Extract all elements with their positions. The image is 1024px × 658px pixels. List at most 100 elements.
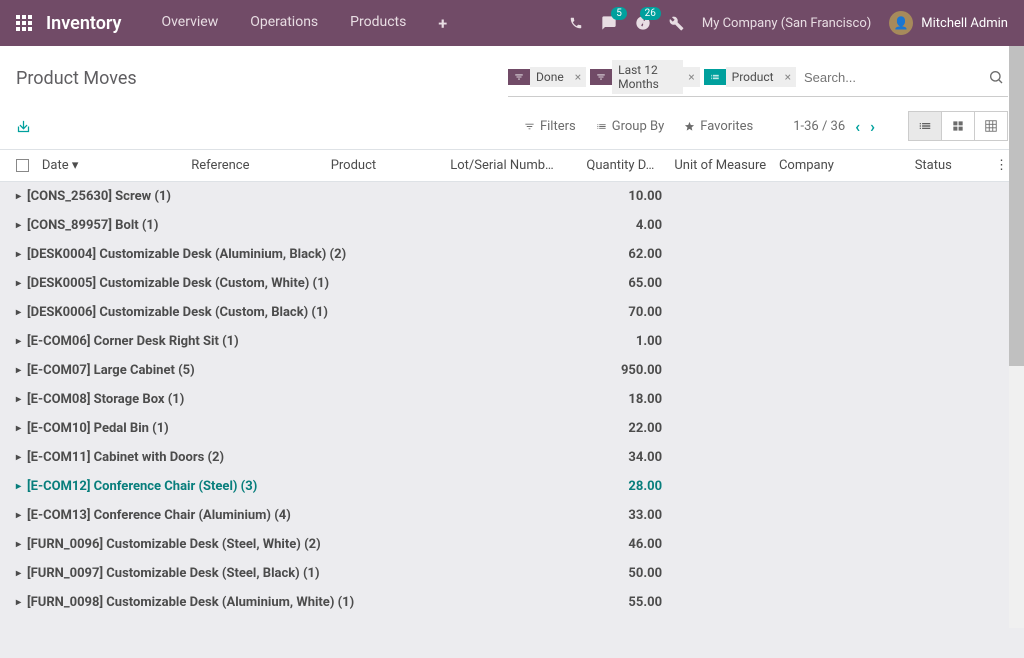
export-icon[interactable] (16, 119, 31, 134)
group-qty: 70.00 (437, 305, 662, 320)
pager-next[interactable]: › (870, 117, 875, 136)
pager-prev[interactable]: ‹ (855, 117, 860, 136)
nav-add[interactable]: + (426, 6, 459, 41)
messaging-badge: 5 (611, 7, 627, 20)
col-reference[interactable]: Reference (191, 158, 330, 173)
activity-icon[interactable]: 26 (635, 15, 651, 31)
col-product[interactable]: Product (331, 158, 451, 173)
nav-operations[interactable]: Operations (238, 6, 330, 41)
group-name: [E-COM06] Corner Desk Right Sit (1) (27, 334, 437, 349)
group-row[interactable]: ▸ [E-COM10] Pedal Bin (1) 22.00 (0, 414, 1024, 443)
col-lot[interactable]: Lot/Serial Numb… (450, 158, 565, 173)
user-name: Mitchell Admin (921, 16, 1008, 31)
pager-text[interactable]: 1-36 / 36 (793, 119, 845, 134)
facet-done: Done × (508, 67, 586, 87)
group-row[interactable]: ▸ [DESK0005] Customizable Desk (Custom, … (0, 269, 1024, 298)
scrollbar[interactable] (1009, 46, 1024, 628)
group-name: [E-COM12] Conference Chair (Steel) (3) (27, 479, 437, 494)
group-row[interactable]: ▸ [E-COM12] Conference Chair (Steel) (3)… (0, 472, 1024, 501)
company-selector[interactable]: My Company (San Francisco) (702, 16, 871, 31)
facet-last12: Last 12 Months × (590, 60, 700, 94)
group-name: [E-COM10] Pedal Bin (1) (27, 421, 437, 436)
search-bar[interactable]: Done × Last 12 Months × Product × (508, 60, 1008, 97)
group-row[interactable]: ▸ [E-COM07] Large Cabinet (5) 950.00 (0, 356, 1024, 385)
avatar: 👤 (889, 11, 913, 35)
group-qty: 33.00 (437, 508, 662, 523)
group-row[interactable]: ▸ [DESK0006] Customizable Desk (Custom, … (0, 298, 1024, 327)
pager: 1-36 / 36 ‹ › (793, 117, 875, 136)
group-row[interactable]: ▸ [CONS_89957] Bolt (1) 4.00 (0, 211, 1024, 240)
group-name: [DESK0006] Customizable Desk (Custom, Bl… (27, 305, 437, 320)
facet-close[interactable]: × (570, 67, 586, 87)
group-qty: 65.00 (437, 276, 662, 291)
caret-right-icon: ▸ (16, 423, 21, 434)
scrollbar-thumb[interactable] (1009, 46, 1024, 366)
caret-right-icon: ▸ (16, 568, 21, 579)
control-panel: Product Moves Done × Last 12 Months × Pr… (0, 46, 1024, 149)
kanban-view-button[interactable] (941, 111, 975, 141)
list-body: ▸ [CONS_25630] Screw (1) 10.00▸ [CONS_89… (0, 182, 1024, 658)
group-row[interactable]: ▸ [FURN_0096] Customizable Desk (Steel, … (0, 530, 1024, 559)
sort-desc-icon: ▾ (72, 158, 79, 173)
group-row[interactable]: ▸ [DESK0004] Customizable Desk (Aluminiu… (0, 240, 1024, 269)
activity-badge: 26 (640, 7, 661, 20)
group-row[interactable]: ▸ [E-COM06] Corner Desk Right Sit (1) 1.… (0, 327, 1024, 356)
col-status[interactable]: Status (888, 158, 978, 173)
caret-right-icon: ▸ (16, 278, 21, 289)
view-switcher (909, 111, 1008, 141)
messaging-icon[interactable]: 5 (601, 15, 617, 31)
group-qty: 18.00 (437, 392, 662, 407)
group-qty: 1.00 (437, 334, 662, 349)
caret-right-icon: ▸ (16, 191, 21, 202)
group-qty: 4.00 (437, 218, 662, 233)
filters-button[interactable]: Filters (524, 119, 576, 134)
group-row[interactable]: ▸ [E-COM13] Conference Chair (Aluminium)… (0, 501, 1024, 530)
group-icon (704, 69, 726, 85)
list-header: Date ▾ Reference Product Lot/Serial Numb… (0, 149, 1024, 182)
col-qty[interactable]: Quantity D… (565, 158, 655, 173)
tools-icon[interactable] (669, 16, 684, 31)
facet-product: Product × (704, 67, 796, 87)
facet-close[interactable]: × (780, 67, 796, 87)
group-qty: 55.00 (437, 595, 662, 610)
caret-right-icon: ▸ (16, 394, 21, 405)
nav-overview[interactable]: Overview (149, 6, 230, 41)
search-icon[interactable] (984, 69, 1008, 85)
select-all-checkbox[interactable] (16, 159, 29, 172)
nav-products[interactable]: Products (338, 6, 418, 41)
group-name: [CONS_89957] Bolt (1) (27, 218, 437, 233)
list-view-button[interactable] (908, 111, 942, 141)
pivot-view-button[interactable] (974, 111, 1008, 141)
facet-close[interactable]: × (683, 67, 699, 87)
col-date[interactable]: Date ▾ (42, 158, 191, 173)
brand-title[interactable]: Inventory (46, 13, 121, 34)
groupby-button[interactable]: Group By (596, 119, 665, 134)
caret-right-icon: ▸ (16, 365, 21, 376)
group-row[interactable]: ▸ [FURN_0097] Customizable Desk (Steel, … (0, 559, 1024, 588)
col-options[interactable]: ⋮ (978, 158, 1008, 173)
group-name: [E-COM11] Cabinet with Doors (2) (27, 450, 437, 465)
group-name: [FURN_0098] Customizable Desk (Aluminium… (27, 595, 437, 610)
group-qty: 34.00 (437, 450, 662, 465)
search-input[interactable] (800, 66, 984, 89)
group-row[interactable]: ▸ [CONS_25630] Screw (1) 10.00 (0, 182, 1024, 211)
user-menu[interactable]: 👤 Mitchell Admin (889, 11, 1008, 35)
group-row[interactable]: ▸ [E-COM08] Storage Box (1) 18.00 (0, 385, 1024, 414)
col-uom[interactable]: Unit of Measure (654, 158, 779, 173)
group-qty: 62.00 (437, 247, 662, 262)
nav-links: Overview Operations Products + (149, 6, 459, 41)
group-row[interactable]: ▸ [FURN_0098] Customizable Desk (Alumini… (0, 588, 1024, 617)
group-name: [DESK0005] Customizable Desk (Custom, Wh… (27, 276, 437, 291)
group-name: [DESK0004] Customizable Desk (Aluminium,… (27, 247, 437, 262)
group-row[interactable]: ▸ [E-COM11] Cabinet with Doors (2) 34.00 (0, 443, 1024, 472)
favorites-button[interactable]: Favorites (684, 119, 753, 134)
caret-right-icon: ▸ (16, 220, 21, 231)
caret-right-icon: ▸ (16, 452, 21, 463)
group-name: [CONS_25630] Screw (1) (27, 189, 437, 204)
caret-right-icon: ▸ (16, 307, 21, 318)
caret-right-icon: ▸ (16, 481, 21, 492)
col-company[interactable]: Company (779, 158, 889, 173)
apps-icon[interactable] (16, 15, 32, 31)
phone-icon[interactable] (569, 16, 583, 30)
caret-right-icon: ▸ (16, 539, 21, 550)
